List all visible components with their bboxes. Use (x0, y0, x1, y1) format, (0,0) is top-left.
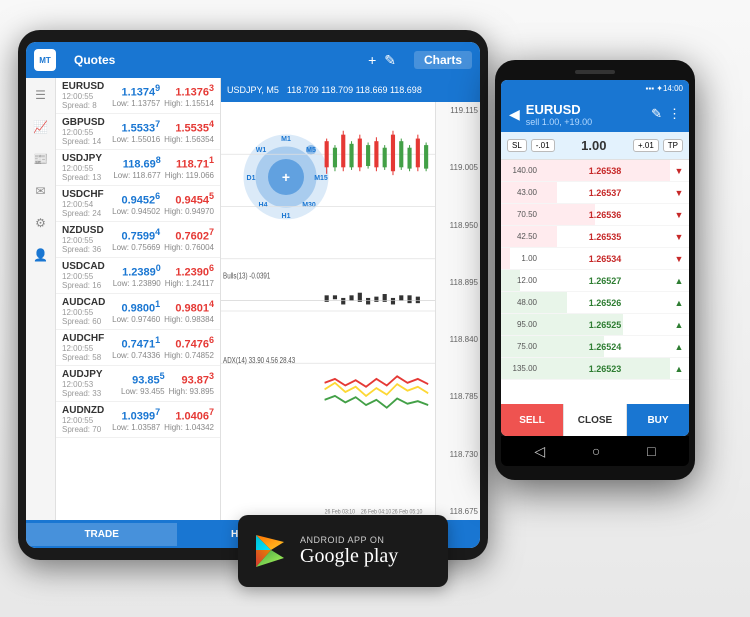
settings-icon[interactable]: ⚙ (32, 214, 50, 232)
buy-button[interactable]: BUY (627, 404, 689, 436)
news-icon[interactable]: 📰 (32, 150, 50, 168)
tablet-logo: MT (34, 49, 56, 71)
chart-prices: 118.709 118.709 118.669 118.698 (287, 85, 422, 95)
play-store-icon (252, 533, 288, 569)
list-item[interactable]: USDCHF 12:00:54 Spread: 24 0.94526 Low: … (56, 186, 220, 222)
google-play-badge[interactable]: ANDROID APP ON Google play (238, 515, 448, 587)
tablet-content: ☰ 📈 📰 ✉ ⚙ 👤 EURUSD 12:00:55 Spr (26, 78, 480, 520)
quotes-icon[interactable]: ☰ (32, 86, 50, 104)
list-item[interactable]: AUDCAD 12:00:55 Spread: 60 0.98001 Low: … (56, 294, 220, 330)
scene: MT Quotes + ✎ Charts ☰ 📈 📰 ✉ ⚙ 👤 (0, 0, 750, 617)
list-item[interactable]: 95.00 1.26525 ▲ (501, 314, 689, 336)
sidebar-icons: ☰ 📈 📰 ✉ ⚙ 👤 (26, 78, 56, 520)
tablet-screen: MT Quotes + ✎ Charts ☰ 📈 📰 ✉ ⚙ 👤 (26, 42, 480, 548)
chart-symbol: USDJPY, M5 (227, 85, 279, 95)
order-book: 140.00 1.26538 ▼ 43.00 1.26537 ▼ 70.50 1… (501, 160, 689, 404)
tablet: MT Quotes + ✎ Charts ☰ 📈 📰 ✉ ⚙ 👤 (18, 30, 488, 560)
list-item[interactable]: 42.50 1.26535 ▼ (501, 226, 689, 248)
chart-area: + M1 M5 M15 M30 H1 H4 D1 W1 (221, 102, 480, 520)
list-item[interactable]: 43.00 1.26537 ▼ (501, 182, 689, 204)
chart-panel: USDJPY, M5 118.709 118.709 118.669 118.6… (221, 78, 480, 520)
list-item[interactable]: 135.00 1.26523 ▲ (501, 358, 689, 380)
phone-navbar: ◁ ○ □ (501, 436, 689, 466)
close-button[interactable]: CLOSE (563, 404, 627, 436)
list-item[interactable]: 140.00 1.26538 ▼ (501, 160, 689, 182)
tab-quotes[interactable]: Quotes (64, 51, 125, 69)
list-item[interactable]: AUDNZD 12:00:55 Spread: 70 1.03997 Low: … (56, 402, 220, 438)
list-item[interactable]: NZDUSD 12:00:55 Spread: 36 0.75994 Low: … (56, 222, 220, 258)
chart-topbar: USDJPY, M5 118.709 118.709 118.669 118.6… (221, 78, 480, 102)
phone-instrument-subtitle: sell 1.00, +19.00 (526, 117, 645, 127)
phone-back-button[interactable]: ◀ (509, 106, 520, 123)
phone-instrument-title: EURUSD (526, 102, 645, 117)
phone-home-nav[interactable]: ○ (592, 443, 600, 459)
play-badge-bottom-text: Google play (300, 545, 398, 567)
svg-text:Bulls(13) -0.0391: Bulls(13) -0.0391 (223, 273, 270, 281)
tablet-topbar: MT Quotes + ✎ Charts (26, 42, 480, 78)
phone-more-icon[interactable]: ⋮ (668, 106, 681, 122)
messages-icon[interactable]: ✉ (32, 182, 50, 200)
quotes-list: EURUSD 12:00:55 Spread: 8 1.13749 Low: 1… (56, 78, 220, 520)
list-item[interactable]: GBPUSD 12:00:55 Spread: 14 1.55337 Low: … (56, 114, 220, 150)
plus-button[interactable]: +.01 (633, 139, 659, 152)
phone-recent-nav[interactable]: □ (647, 443, 655, 459)
phone-edit-icon[interactable]: ✎ (651, 106, 662, 122)
chart-icon[interactable]: 📈 (32, 118, 50, 136)
tp-button[interactable]: TP (663, 139, 683, 152)
list-item[interactable]: USDJPY 12:00:55 Spread: 13 118.698 Low: … (56, 150, 220, 186)
lot-size-input[interactable]: 1.00 (559, 138, 629, 153)
list-item[interactable]: EURUSD 12:00:55 Spread: 8 1.13749 Low: 1… (56, 78, 220, 114)
sl-button[interactable]: SL (507, 139, 527, 152)
play-badge-top-text: ANDROID APP ON (300, 535, 398, 545)
phone-footer: SELL CLOSE BUY (501, 404, 689, 436)
phone: ▪▪▪ ✦ 14:00 ◀ EURUSD sell 1.00, +19.00 ✎… (495, 60, 695, 480)
list-item[interactable]: 48.00 1.26526 ▲ (501, 292, 689, 314)
svg-text:ADX(14) 33.90 4.56 28.43: ADX(14) 33.90 4.56 28.43 (223, 358, 295, 366)
phone-back-nav[interactable]: ◁ (534, 443, 545, 460)
list-item[interactable]: 75.00 1.26524 ▲ (501, 336, 689, 358)
list-item[interactable]: USDCAD 12:00:55 Spread: 16 1.23890 Low: … (56, 258, 220, 294)
list-item[interactable]: 70.50 1.26536 ▼ (501, 204, 689, 226)
tab-trade[interactable]: TRADE (26, 523, 177, 546)
list-item[interactable]: AUDCHF 12:00:55 Spread: 58 0.74711 Low: … (56, 330, 220, 366)
list-item[interactable]: AUDJPY 12:00:53 Spread: 33 93.855 Low: 9… (56, 366, 220, 402)
tab-charts[interactable]: Charts (414, 51, 472, 69)
phone-screen: ▪▪▪ ✦ 14:00 ◀ EURUSD sell 1.00, +19.00 ✎… (501, 80, 689, 436)
phone-statusbar: ▪▪▪ ✦ 14:00 (501, 80, 689, 96)
quotes-panel: EURUSD 12:00:55 Spread: 8 1.13749 Low: 1… (56, 78, 221, 520)
list-item[interactable]: 12.00 1.26527 ▲ (501, 270, 689, 292)
profile-icon[interactable]: 👤 (32, 246, 50, 264)
topbar-add-icon: + ✎ (368, 52, 396, 69)
price-scale: 119.115 119.005 118.950 118.895 118.840 … (435, 102, 480, 520)
phone-sl-tp-bar: SL -.01 1.00 +.01 TP (501, 132, 689, 160)
list-item[interactable]: 1.00 1.26534 ▼ (501, 248, 689, 270)
phone-speaker (575, 70, 615, 74)
phone-header: ◀ EURUSD sell 1.00, +19.00 ✎ ⋮ (501, 96, 689, 132)
minus-button[interactable]: -.01 (531, 139, 555, 152)
sell-button[interactable]: SELL (501, 404, 563, 436)
